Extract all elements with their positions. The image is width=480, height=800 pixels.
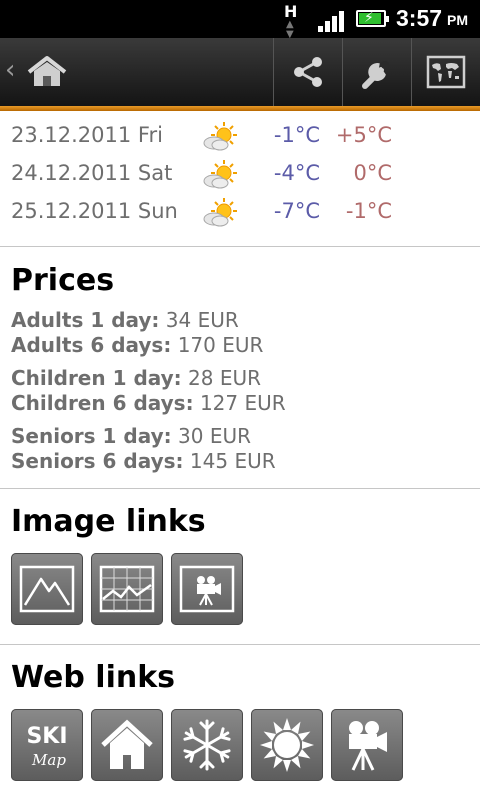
mountain-image-icon — [19, 565, 75, 613]
section-divider — [0, 246, 480, 247]
forecast-date: 25.12.2011 Sun — [11, 199, 178, 223]
price-label: Adults 1 day: — [11, 308, 160, 332]
prices-heading: Prices — [11, 263, 115, 298]
price-line: Children 1 day: 28 EUR — [11, 366, 261, 391]
action-bar: ‹ — [0, 38, 480, 106]
price-line: Seniors 1 day: 30 EUR — [11, 424, 251, 449]
price-value: 145 EUR — [189, 449, 276, 473]
image-links-heading: Image links — [11, 504, 206, 539]
forecast-date: 23.12.2011 Fri — [11, 123, 163, 147]
ski-map-text-map: Map — [31, 751, 66, 769]
price-label: Children 6 days: — [11, 391, 194, 415]
mountain-image-link[interactable] — [11, 553, 83, 625]
settings-button[interactable] — [343, 38, 411, 106]
forecast-row: 23.12.2011 Fri -1°C +5°C — [0, 119, 480, 157]
signal-strength-icon — [318, 10, 350, 32]
wrench-icon — [362, 61, 389, 89]
snow-report-link[interactable] — [171, 709, 243, 781]
price-line: Adults 1 day: 34 EUR — [11, 308, 239, 333]
forecast-max-temp: -1°C — [345, 199, 392, 223]
webcam-image-icon — [179, 565, 235, 613]
section-divider — [0, 644, 480, 645]
price-label: Seniors 1 day: — [11, 424, 172, 448]
share-button[interactable] — [274, 38, 342, 106]
price-label: Seniors 6 days: — [11, 449, 184, 473]
partly-cloudy-sun-icon — [203, 122, 237, 151]
weather-link[interactable] — [251, 709, 323, 781]
price-label: Children 1 day: — [11, 366, 182, 390]
forecast-row: 24.12.2011 Sat -4°C 0°C — [0, 157, 480, 195]
price-value: 28 EUR — [188, 366, 262, 390]
share-icon — [294, 57, 322, 87]
forecast-min-temp: -1°C — [273, 123, 320, 147]
clock-time: 3:57 — [396, 5, 443, 31]
forecast-max-temp: 0°C — [353, 161, 392, 185]
price-value: 30 EUR — [178, 424, 251, 448]
forecast-min-temp: -4°C — [273, 161, 320, 185]
partly-cloudy-sun-icon — [203, 198, 237, 227]
price-line: Seniors 6 days: 145 EUR — [11, 449, 276, 474]
status-bar: H ▲ ▼ ⚡ 3:57 PM — [0, 0, 480, 40]
battery-icon: ⚡ — [356, 10, 389, 27]
price-value: 170 EUR — [177, 333, 264, 357]
clock-ampm: PM — [447, 12, 468, 28]
forecast-row: 25.12.2011 Sun -7°C -1°C — [0, 195, 480, 233]
home-icon — [27, 56, 67, 86]
ski-map-text-ski: SKI — [26, 724, 67, 749]
snowflake-icon — [183, 719, 231, 771]
sun-icon — [260, 718, 314, 772]
forecast-max-temp: +5°C — [335, 123, 392, 147]
home-page-link[interactable] — [91, 709, 163, 781]
forecast-min-temp: -7°C — [273, 199, 320, 223]
forecast-date: 24.12.2011 Sat — [11, 161, 173, 185]
price-value: 127 EUR — [199, 391, 286, 415]
home-icon — [101, 719, 153, 769]
partly-cloudy-sun-icon — [203, 160, 237, 189]
webcam-image-link[interactable] — [171, 553, 243, 625]
back-chevron-icon: ‹ — [5, 55, 16, 85]
video-link[interactable] — [331, 709, 403, 781]
price-value: 34 EUR — [165, 308, 239, 332]
ski-map-link[interactable]: SKI Map — [11, 709, 83, 781]
web-links-heading: Web links — [11, 660, 176, 695]
map-button[interactable] — [412, 38, 480, 106]
data-activity-icon: ▲ ▼ — [286, 19, 294, 40]
chart-image-icon — [99, 565, 155, 613]
world-map-icon — [426, 55, 466, 89]
section-divider — [0, 488, 480, 489]
video-camera-icon — [349, 721, 387, 771]
price-label: Adults 6 days: — [11, 333, 172, 357]
resort-details[interactable]: 23.12.2011 Fri -1°C +5°C 24.12.2011 Sat — [0, 111, 480, 800]
price-line: Adults 6 days: 170 EUR — [11, 333, 263, 358]
home-up-button[interactable]: ‹ — [0, 38, 80, 106]
ski-map-icon: SKI Map — [26, 724, 67, 769]
chart-image-link[interactable] — [91, 553, 163, 625]
price-line: Children 6 days: 127 EUR — [11, 391, 286, 416]
